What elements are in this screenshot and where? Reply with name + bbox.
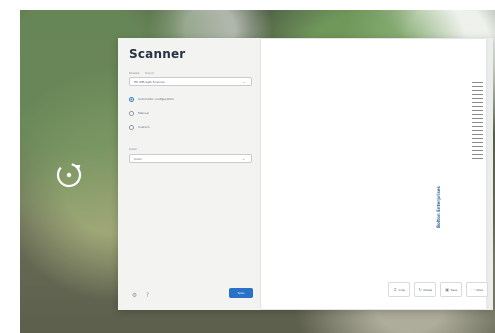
source-select[interactable]: HP OfficeJet Scanner ⌄ [129, 77, 252, 86]
auto-config-option[interactable]: Automatic configuration [129, 96, 249, 104]
preview-toolbar: ⌗ Crop ↻ Rotate ▣ Save ⋯ More [388, 282, 493, 297]
settings-icon[interactable]: ⚙ [131, 292, 138, 299]
auto-config-label: Automatic configuration [138, 97, 175, 101]
radio-unselected[interactable] [129, 111, 134, 116]
save-icon: ▣ [445, 287, 450, 292]
document-company-name: Bolton Enterprises [436, 186, 441, 228]
rotate-icon: ↻ [418, 287, 422, 292]
crop-icon: ⌗ [394, 287, 397, 292]
custom-option[interactable]: Custom [129, 124, 249, 132]
source-status: Ready [145, 71, 155, 75]
scanned-document: Bolton Enterprises [261, 39, 486, 309]
save-button[interactable]: ▣ Save [440, 282, 462, 297]
scan-preview-area: Bolton Enterprises [260, 38, 493, 310]
rotate-button[interactable]: ↻ Rotate [414, 282, 436, 297]
manual-option[interactable]: Manual [129, 110, 249, 118]
document-address-block [472, 81, 483, 159]
color-label: Color [129, 147, 137, 151]
scanner-window: Scanner Source Ready HP OfficeJet Scanne… [118, 38, 493, 310]
color-value: Color [134, 157, 142, 161]
scanner-screenshot: Scanner Source Ready HP OfficeJet Scanne… [0, 0, 495, 333]
page-title: Scanner [129, 47, 186, 61]
help-icon[interactable]: ? [144, 292, 151, 299]
manual-label: Manual [138, 111, 149, 115]
scanner-settings-panel: Scanner Source Ready HP OfficeJet Scanne… [118, 38, 261, 310]
more-label: More [476, 288, 484, 292]
radio-selected[interactable] [129, 97, 134, 102]
custom-label: Custom [138, 125, 150, 129]
rotate-label: Rotate [423, 288, 433, 292]
panel-footer-icons: ⚙ ? [131, 292, 153, 300]
source-value: HP OfficeJet Scanner [134, 80, 165, 84]
color-select[interactable]: Color ⌄ [129, 154, 252, 163]
radio-unselected[interactable] [129, 125, 134, 130]
source-label: Source [129, 71, 140, 75]
more-button[interactable]: ⋯ More [466, 282, 488, 297]
crop-label: Crop [398, 288, 406, 292]
rotate-icon[interactable] [53, 159, 85, 191]
more-icon: ⋯ [471, 287, 476, 292]
chevron-down-icon: ⌄ [242, 79, 246, 84]
crop-button[interactable]: ⌗ Crop [388, 282, 410, 297]
chevron-down-icon: ⌄ [242, 156, 246, 161]
save-label: Save [450, 288, 458, 292]
scan-button[interactable]: Scan [229, 288, 253, 298]
